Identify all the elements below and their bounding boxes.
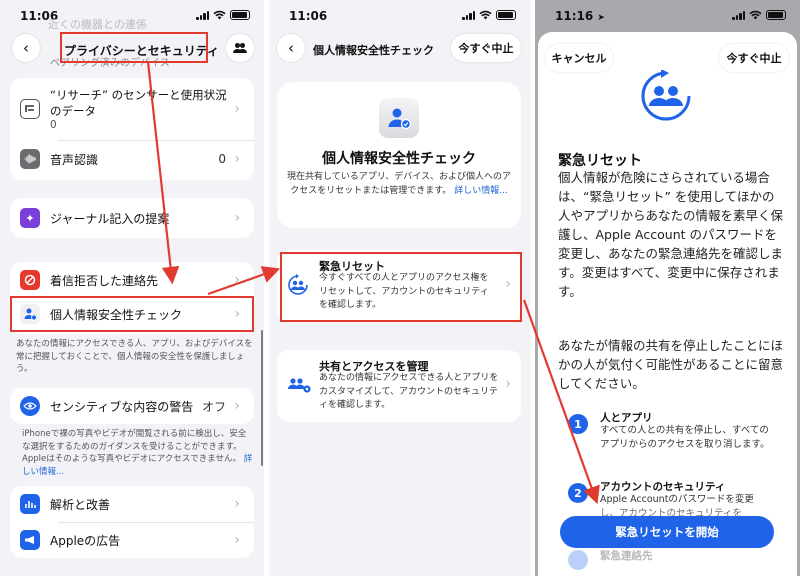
highlight-emergency-reset-card (280, 252, 522, 322)
hero-title: 個人情報安全性チェック (322, 151, 476, 167)
blocked-contacts-row[interactable]: 着信拒否した連絡先 › (20, 270, 254, 290)
journal-icon: ✦ (20, 208, 40, 228)
battery-icon (496, 10, 516, 20)
manage-sharing-description: あなたの情報にアクセスできる人とアプリをカスタマイズして、アカウントのセキュリテ… (319, 373, 499, 410)
quick-exit-button[interactable]: 今すぐ中止 (719, 44, 789, 72)
sensitive-content-label: センシティブな内容の警告 (50, 399, 194, 414)
speech-count: 0 (218, 152, 226, 166)
speech-label: 音声認識 (50, 152, 99, 167)
sheet-title: 緊急リセット (558, 153, 642, 169)
chevron-right-icon: › (505, 376, 511, 392)
back-button[interactable]: ‹ (12, 34, 40, 62)
sensitive-footnote: iPhoneで裸の写真やビデオが閲覧される前に検出し、安全な選択をするためのガイ… (22, 428, 254, 478)
hero-card: 個人情報安全性チェック 現在共有しているアプリ、デバイス、および個人へのアクセス… (277, 82, 521, 228)
step-3-number (568, 550, 588, 570)
sensitive-group: センシティブな内容の警告 オフ › (10, 388, 254, 424)
step-1-description: すべての人との共有を停止し、すべてのアプリからのアクセスを取り消します。 (600, 425, 770, 450)
status-bar: 11:06 (269, 0, 530, 32)
research-group: “リサーチ” のセンサーと使用状況 のデータ 0 › 音声認識 0 › (10, 78, 254, 180)
location-arrow-icon: ➤ (597, 13, 605, 23)
hero-learn-more-link[interactable]: 詳しい情報... (454, 186, 508, 196)
back-button[interactable]: ‹ (277, 34, 305, 62)
hero-description: 現在共有しているアプリ、デバイス、および個人へのアクセスをリセットまたは管理でき… (287, 170, 511, 198)
person-shield-icon (379, 98, 419, 138)
chart-bar-icon (20, 494, 40, 514)
people-gear-icon (287, 374, 313, 396)
sheet-body-2: あなたが情報の共有を停止したことにほかの人が気付く可能性があることに留意してくだ… (558, 338, 784, 391)
chevron-right-icon: › (234, 272, 240, 288)
chevron-left-icon: ‹ (23, 39, 29, 57)
sensitive-content-row[interactable]: センシティブな内容の警告 オフ › (20, 396, 254, 416)
block-icon (20, 270, 40, 290)
sheet-body-1: 個人情報が危険にさらされている場合は、“緊急リセット” を使用してほかの人やアプ… (558, 170, 784, 299)
scrollbar[interactable] (261, 330, 263, 466)
apple-ads-row[interactable]: Appleの広告 › (20, 530, 254, 550)
highlight-safety-check-row (10, 296, 254, 332)
status-icons (732, 10, 786, 20)
eye-icon (20, 396, 40, 416)
step-1-title: 人とアプリ (600, 412, 653, 424)
status-time-text: 11:16 (555, 9, 594, 23)
status-icons (196, 10, 250, 20)
step-3-title: 緊急連絡先 (600, 550, 653, 562)
chevron-right-icon: › (234, 151, 240, 167)
quick-exit-button[interactable]: 今すぐ中止 (451, 34, 521, 62)
battery-icon (230, 10, 250, 20)
apple-ads-label: Appleの広告 (50, 533, 121, 548)
chevron-right-icon: › (234, 101, 240, 117)
chevron-left-icon: ‹ (288, 39, 294, 57)
research-icon (20, 99, 40, 119)
research-row[interactable]: “リサーチ” のセンサーと使用状況 のデータ 0 › (20, 84, 254, 134)
analytics-group: 解析と改善 › Appleの広告 › (10, 486, 254, 558)
signal-icon (462, 10, 475, 20)
status-time: 11:06 (289, 9, 328, 23)
divider (58, 140, 254, 141)
waveform-icon (20, 149, 40, 169)
journal-group: ✦ ジャーナル記入の提案 › (10, 198, 254, 238)
blocked-contacts-label: 着信拒否した連絡先 (50, 273, 159, 288)
journal-row[interactable]: ✦ ジャーナル記入の提案 › (20, 208, 254, 228)
journal-label: ジャーナル記入の提案 (50, 211, 170, 226)
highlight-nav-title (60, 32, 208, 63)
chevron-right-icon: › (234, 210, 240, 226)
wifi-icon (213, 10, 226, 20)
faded-row-label: 近くの機器との連係 (48, 18, 147, 31)
status-bar: 11:16 ➤ (535, 0, 800, 32)
wifi-icon (479, 10, 492, 20)
chevron-right-icon: › (234, 496, 240, 512)
signal-icon (732, 10, 745, 20)
status-icons (462, 10, 516, 20)
divider (58, 522, 254, 523)
analytics-label: 解析と改善 (50, 497, 111, 512)
emergency-reset-sheet: キャンセル 今すぐ中止 緊急リセット 個人情報が危険にさらされている場合は、“緊… (538, 32, 797, 576)
analytics-row[interactable]: 解析と改善 › (20, 494, 254, 514)
research-count: 0 (50, 119, 57, 131)
chevron-right-icon: › (234, 398, 240, 414)
cancel-button[interactable]: キャンセル (545, 44, 613, 72)
people-icon (233, 43, 247, 53)
battery-icon (766, 10, 786, 20)
step-2-title: アカウントのセキュリティ (600, 481, 726, 493)
sensitive-footnote-text: iPhoneで裸の写真やビデオが閲覧される前に検出し、安全な選択をするためのガイ… (22, 429, 247, 464)
sensitive-content-value: オフ (201, 399, 226, 414)
safety-footnote: あなたの情報にアクセスできる人、アプリ、およびデバイスを常に把握しておくことで、… (16, 339, 253, 374)
research-label-line2: のデータ (50, 104, 96, 118)
megaphone-icon (20, 530, 40, 550)
settings-privacy-panel: 11:06 近くの機器との連係 ‹ プライバシーとセキュリティ ペアリング済みの… (0, 0, 264, 576)
chevron-right-icon: › (234, 532, 240, 548)
wifi-icon (749, 10, 762, 20)
speech-row[interactable]: 音声認識 0 › (20, 144, 254, 174)
nav-title: 個人情報安全性チェック (313, 44, 434, 57)
signal-icon (196, 10, 209, 20)
emergency-reset-panel: 11:16 ➤ キャンセル 今すぐ中止 緊急リセット 個人情報が危険にさらされて… (535, 0, 800, 576)
start-emergency-reset-button[interactable]: 緊急リセットを開始 (560, 516, 774, 548)
manage-sharing-card[interactable]: 共有とアクセスを管理 あなたの情報にアクセスできる人とアプリをカスタマイズして、… (277, 350, 521, 422)
step-1-number: 1 (568, 414, 588, 434)
step-2-number: 2 (568, 483, 588, 503)
reset-people-icon (640, 69, 692, 122)
account-button[interactable] (226, 34, 254, 62)
research-label-line1: “リサーチ” のセンサーと使用状況 (50, 88, 227, 102)
status-time: 11:16 ➤ (555, 9, 605, 23)
